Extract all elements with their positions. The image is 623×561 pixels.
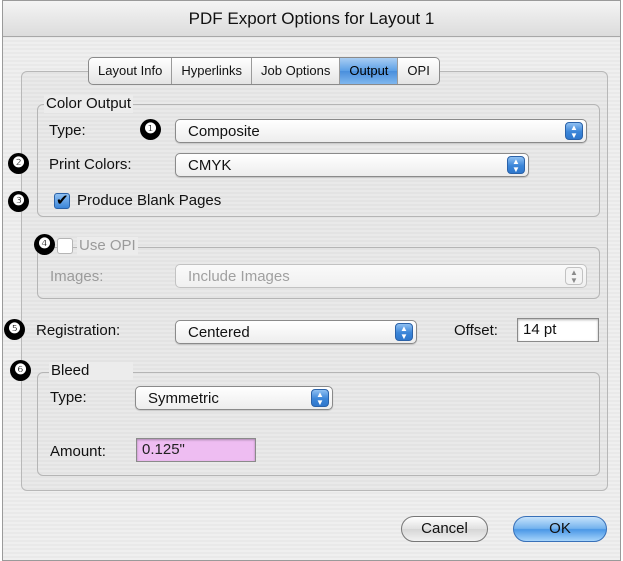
tab-output[interactable]: Output — [340, 58, 399, 84]
marker-5: ❺ — [4, 319, 25, 340]
offset-label: Offset: — [454, 322, 498, 339]
bleed-type-popup[interactable]: Symmetric ▲ ▼ — [135, 386, 333, 410]
registration-label: Registration: — [36, 322, 121, 339]
popup-arrows-icon: ▲ ▼ — [507, 156, 525, 174]
marker-3: ❸ — [8, 191, 29, 212]
print-colors-popup[interactable]: CMYK ▲ ▼ — [175, 153, 529, 177]
registration-popup[interactable]: Centered ▲ ▼ — [175, 320, 417, 344]
popup-arrows-icon: ▲ ▼ — [395, 323, 413, 341]
bleed-type-value: Symmetric — [148, 390, 219, 407]
marker-2: ❷ — [8, 153, 29, 174]
produce-blank-pages-checkbox[interactable] — [54, 191, 70, 209]
bleed-legend: Bleed — [49, 362, 134, 380]
type-popup-value: Composite — [188, 123, 260, 140]
registration-value: Centered — [188, 324, 250, 341]
tab-hyperlinks[interactable]: Hyperlinks — [172, 58, 253, 84]
cancel-button[interactable]: Cancel — [401, 516, 488, 542]
bleed-type-label: Type: — [50, 389, 87, 406]
window-title: PDF Export Options for Layout 1 — [3, 1, 620, 37]
amount-field[interactable]: 0.125" — [136, 438, 256, 462]
use-opi-label: Use OPI — [77, 237, 138, 255]
print-colors-value: CMYK — [188, 157, 232, 174]
color-output-legend: Color Output — [44, 95, 134, 113]
marker-6: ❻ — [10, 360, 31, 381]
dialog-window: PDF Export Options for Layout 1 Layout I… — [2, 0, 621, 561]
popup-arrows-icon: ▲ ▼ — [565, 267, 583, 285]
tab-bar: Layout Info Hyperlinks Job Options Outpu… — [88, 57, 440, 85]
images-popup-value: Include Images — [188, 268, 290, 285]
popup-arrows-icon: ▲ ▼ — [311, 389, 329, 407]
ok-button[interactable]: OK — [513, 516, 607, 542]
popup-arrows-icon: ▲ ▼ — [565, 122, 583, 140]
offset-field[interactable]: 14 pt — [517, 318, 599, 342]
type-label: Type: — [49, 122, 86, 139]
marker-1: ❶ — [140, 119, 161, 140]
tab-job-options[interactable]: Job Options — [252, 58, 341, 84]
use-opi-checkbox[interactable] — [57, 238, 73, 254]
images-popup[interactable]: Include Images ▲ ▼ — [175, 264, 587, 288]
marker-4: ❹ — [34, 234, 55, 255]
images-label: Images: — [50, 268, 104, 285]
type-popup[interactable]: Composite ▲ ▼ — [175, 119, 587, 143]
tab-opi[interactable]: OPI — [398, 58, 438, 84]
produce-blank-pages-label: Produce Blank Pages — [77, 192, 222, 209]
print-colors-label: Print Colors: — [49, 156, 132, 173]
tab-layout-info[interactable]: Layout Info — [89, 58, 173, 84]
amount-label: Amount: — [50, 443, 106, 460]
